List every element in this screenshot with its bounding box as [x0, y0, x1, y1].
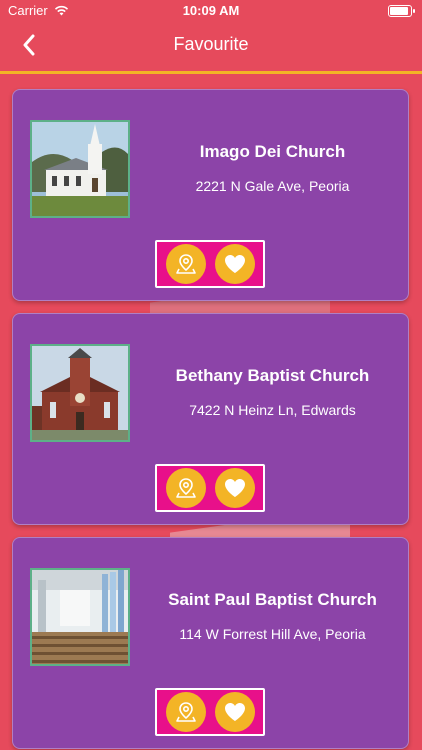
map-button[interactable]	[165, 468, 206, 508]
church-address: 114 W Forrest Hill Ave, Peoria	[179, 626, 366, 642]
navigation-bar: Favourite	[0, 22, 422, 70]
favourite-button[interactable]	[214, 692, 255, 732]
status-time: 10:09 AM	[182, 3, 240, 18]
card-actions	[155, 688, 265, 736]
map-pin-icon	[175, 478, 196, 498]
favourite-button[interactable]	[214, 468, 255, 508]
church-photo	[30, 344, 130, 442]
map-pin-icon	[175, 702, 196, 722]
map-button[interactable]	[165, 692, 206, 732]
church-card[interactable]: Imago Dei Church 2221 N Gale Ave, Peoria	[12, 89, 409, 301]
church-address: 7422 N Heinz Ln, Edwards	[189, 402, 356, 418]
church-name: Saint Paul Baptist Church	[168, 590, 377, 609]
church-card[interactable]: Saint Paul Baptist Church 114 W Forrest …	[12, 537, 409, 749]
navbar-divider	[0, 71, 422, 74]
church-photo	[30, 120, 130, 218]
church-interior-photo	[30, 568, 130, 666]
church-address: 2221 N Gale Ave, Peoria	[195, 178, 350, 194]
status-bar: Carrier 10:09 AM	[0, 0, 422, 22]
church-name: Imago Dei Church	[199, 142, 346, 161]
heart-icon	[224, 479, 245, 497]
battery-icon	[388, 5, 415, 17]
heart-icon	[224, 703, 245, 721]
page-title: Favourite	[173, 34, 249, 54]
card-actions	[155, 464, 265, 512]
church-name: Bethany Baptist Church	[175, 366, 370, 385]
card-actions	[155, 240, 265, 288]
favourite-button[interactable]	[214, 244, 255, 284]
church-card[interactable]: Bethany Baptist Church 7422 N Heinz Ln, …	[12, 313, 409, 525]
heart-icon	[224, 255, 245, 273]
map-pin-icon	[175, 254, 196, 274]
map-button[interactable]	[165, 244, 206, 284]
